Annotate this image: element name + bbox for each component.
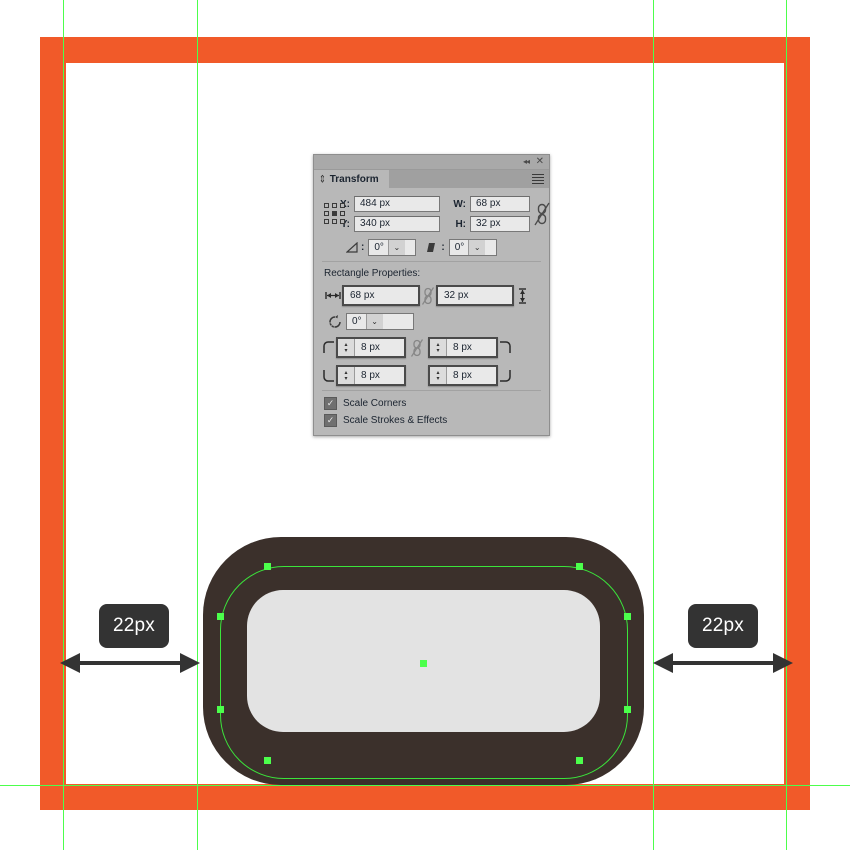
transform-panel[interactable]: ◂◂ ✕ ⇕ Transform X: 484 px Y: 340 px W: … (313, 154, 550, 436)
shape-center-point (420, 660, 427, 667)
guide-vertical-right-inner (653, 0, 654, 850)
corner-bottom-right-input[interactable]: ▴ ▾ 8 px (428, 365, 498, 386)
broken-link-icon[interactable] (534, 201, 550, 227)
corner-top-left-icon (322, 341, 336, 354)
corner-top-left-stepper[interactable]: ▴ ▾ (338, 339, 355, 356)
panel-menu-icon[interactable] (532, 174, 544, 186)
rectangle-properties-title: Rectangle Properties: (324, 268, 421, 279)
corner-bottom-right-icon (498, 369, 512, 382)
anchor-point-right-top[interactable] (624, 613, 631, 620)
rect-rotation-row: 0° ⌄ (324, 313, 549, 330)
rotate-angle-value: 0° (454, 242, 465, 253)
corner-top-right-input[interactable]: ▴ ▾ 8 px (428, 337, 498, 358)
corner-top-right-stepper[interactable]: ▴ ▾ (430, 339, 447, 356)
shear-separator: : (361, 242, 365, 253)
corner-top-left-input[interactable]: ▴ ▾ 8 px (336, 337, 406, 358)
measurement-arrow-right (653, 650, 793, 681)
rect-height-input[interactable]: 32 px (436, 285, 514, 306)
canvas-stage: 22px 22px ◂◂ ✕ ⇕ Transform X: 484 px Y: … (0, 0, 850, 850)
rotate-separator: : (441, 242, 445, 253)
panel-titlebar[interactable]: ◂◂ ✕ (314, 155, 549, 170)
anchor-point-top-left[interactable] (264, 563, 271, 570)
panel-divider (322, 261, 541, 262)
rotate-angle-icon (422, 242, 440, 253)
w-input[interactable]: 68 px (470, 196, 530, 212)
rect-width-value: 68 px (350, 290, 375, 301)
height-arrows-icon (514, 287, 530, 304)
anchor-point-right-bottom[interactable] (624, 706, 631, 713)
scale-corners-checkbox[interactable]: ✓ (324, 397, 337, 410)
rect-rotation-select[interactable]: 0° ⌄ (346, 313, 414, 330)
corner-bottom-left-stepper[interactable]: ▴ ▾ (338, 367, 355, 384)
corner-bottom-right-stepper[interactable]: ▴ ▾ (430, 367, 447, 384)
corner-top-right-value: 8 px (453, 342, 472, 353)
width-arrows-icon (324, 291, 342, 300)
scale-corners-row[interactable]: ✓ Scale Corners (324, 397, 549, 410)
y-input[interactable]: 340 px (354, 216, 440, 232)
w-label: W: (453, 198, 466, 210)
guide-vertical-left-inner (197, 0, 198, 850)
corner-row-bottom: ▴ ▾ 8 px ▴ ▾ 8 px (322, 365, 549, 386)
rect-width-input[interactable]: 68 px (342, 285, 420, 306)
panel-title: Transform (329, 173, 379, 185)
corner-radius-group: ▴ ▾ 8 px ▴ ▾ 8 px ▴ ▾ 8 px ▴ ▾ 8 px (314, 337, 549, 386)
guide-vertical-left-outer (63, 0, 64, 850)
tab-transform[interactable]: ⇕ Transform (314, 170, 389, 188)
anchor-point-left-top[interactable] (217, 613, 224, 620)
angle-row: : 0° ⌄ : 0° ⌄ (344, 239, 549, 256)
h-label: H: (455, 218, 466, 230)
measurement-badge-left: 22px (99, 604, 170, 648)
panel-body: X: 484 px Y: 340 px W: 68 px H: 32 px: … (314, 188, 550, 427)
corner-bottom-left-input[interactable]: ▴ ▾ 8 px (336, 365, 406, 386)
corner-bottom-left-icon (322, 369, 336, 382)
rotate-angle-select[interactable]: 0° ⌄ (448, 239, 497, 256)
anchor-point-bottom-left[interactable] (264, 757, 271, 764)
anchor-point-bottom-right[interactable] (576, 757, 583, 764)
close-icon[interactable]: ✕ (536, 156, 544, 168)
chevron-down-icon[interactable]: ⌄ (387, 240, 405, 255)
anchor-point-top-right[interactable] (576, 563, 583, 570)
xy-fields: X: 484 px Y: 340 px (330, 194, 440, 234)
shear-angle-select[interactable]: 0° ⌄ (368, 239, 417, 256)
collapse-icon[interactable]: ◂◂ (523, 156, 530, 168)
chevron-down-icon-2[interactable]: ⌄ (468, 240, 486, 255)
measurement-badge-right: 22px (688, 604, 759, 648)
rect-height-value: 32 px (444, 290, 469, 301)
wh-fields: W: 68 px H: 32 px (446, 194, 530, 234)
scale-corners-label: Scale Corners (343, 398, 407, 409)
guide-vertical-right-outer (786, 0, 787, 850)
rect-dimensions-row: 68 px 32 px (324, 285, 549, 306)
scale-strokes-label: Scale Strokes & Effects (343, 415, 448, 426)
scale-strokes-checkbox[interactable]: ✓ (324, 414, 337, 427)
rect-rotation-value: 0° (352, 316, 362, 327)
h-input[interactable]: 32 px (470, 216, 530, 232)
chevron-down-icon-3[interactable]: ⌄ (365, 314, 383, 329)
panel-tabbar: ⇕ Transform (314, 170, 549, 188)
corner-bottom-left-value: 8 px (361, 370, 380, 381)
shear-angle-icon (344, 242, 360, 253)
anchor-point-left-bottom[interactable] (217, 706, 224, 713)
corner-row-top: ▴ ▾ 8 px ▴ ▾ 8 px (322, 337, 549, 358)
corner-broken-link-icon[interactable] (406, 338, 428, 358)
panel-divider-2 (322, 390, 541, 391)
measurement-arrow-left (60, 650, 200, 681)
tab-toggle-icon: ⇕ (319, 173, 326, 185)
rotation-icon (324, 314, 346, 330)
scale-strokes-row[interactable]: ✓ Scale Strokes & Effects (324, 414, 549, 427)
guide-horizontal-bottom (0, 785, 850, 786)
dimension-broken-link-icon[interactable] (420, 286, 436, 306)
x-input[interactable]: 484 px (354, 196, 440, 212)
transform-xywh-row: X: 484 px Y: 340 px W: 68 px H: 32 px (314, 194, 550, 234)
corner-bottom-right-value: 8 px (453, 370, 472, 381)
corner-top-left-value: 8 px (361, 342, 380, 353)
corner-top-right-icon (498, 341, 512, 354)
selection-path (220, 566, 628, 779)
shear-angle-value: 0° (374, 242, 384, 253)
